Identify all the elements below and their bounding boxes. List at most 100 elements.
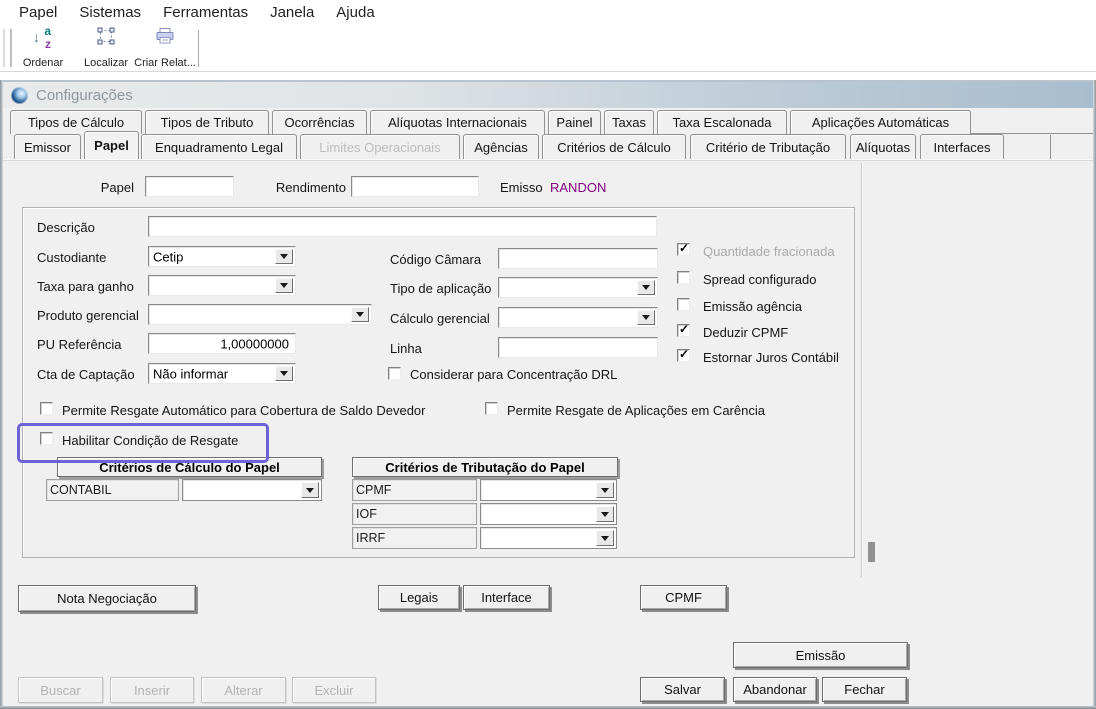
menu-sistemas[interactable]: Sistemas [68, 2, 152, 24]
chevron-down-icon[interactable] [275, 249, 293, 264]
spread-configurado-checkbox[interactable] [677, 271, 690, 284]
cta-captacao-label: Cta de Captação [37, 367, 135, 382]
emissao-agencia-checkbox[interactable] [677, 298, 690, 311]
tab-aplicacoes-automaticas[interactable]: Aplicações Automáticas [790, 110, 971, 134]
tab-label: Taxa Escalonada [672, 115, 772, 130]
tab-enquadramento-legal[interactable]: Enquadramento Legal [141, 134, 297, 159]
custodiante-combo[interactable]: Cetip [148, 246, 296, 267]
grid-tributacao-row-iof[interactable]: IOF [352, 503, 477, 525]
codigo-camara-input[interactable] [498, 248, 658, 269]
criar-relatorio-button[interactable]: Criar Relat... [134, 27, 196, 69]
calculo-gerencial-combo[interactable] [498, 307, 658, 328]
tab-taxas[interactable]: Taxas [604, 110, 654, 134]
chevron-down-icon[interactable] [351, 307, 369, 322]
grid-cell-label: CONTABIL [50, 483, 112, 497]
tab-label: Critério de Tributação [705, 139, 831, 155]
tab-interfaces[interactable]: Interfaces [920, 134, 1004, 159]
abandonar-button[interactable]: Abandonar [733, 677, 817, 702]
deduzir-cpmf-checkbox[interactable] [677, 322, 690, 337]
menu-janela[interactable]: Janela [259, 2, 325, 24]
chevron-down-icon[interactable] [596, 506, 614, 522]
produto-gerencial-combo[interactable] [148, 304, 372, 325]
cpmf-button[interactable]: CPMF [640, 585, 727, 610]
habilitar-condicao-highlight [17, 423, 269, 463]
estornar-juros-contabil-label: Estornar Juros Contábil [703, 350, 839, 365]
permite-resgate-automatico-checkbox[interactable] [40, 402, 53, 415]
ordenar-button[interactable]: ↓ a z Ordenar [14, 24, 72, 69]
window-titlebar[interactable]: Configurações [3, 82, 1093, 108]
grid-tributacao-row-irrf[interactable]: IRRF [352, 527, 477, 549]
excluir-button: Excluir [292, 677, 376, 703]
tab-emissor[interactable]: Emissor [14, 134, 81, 159]
grid-calculo-contabil-combo[interactable] [182, 479, 322, 501]
tab-aliquotas-internacionais[interactable]: Alíquotas Internacionais [370, 110, 545, 134]
tab-taxa-escalonada[interactable]: Taxa Escalonada [657, 110, 787, 134]
chevron-down-icon[interactable] [637, 280, 655, 295]
tab-agencias[interactable]: Agências [463, 134, 539, 159]
toolbar-gripper[interactable] [3, 29, 12, 67]
menu-ferramentas[interactable]: Ferramentas [152, 2, 259, 24]
estornar-juros-contabil-checkbox[interactable] [677, 347, 690, 362]
grid-calculo-row-contabil[interactable]: CONTABIL [46, 479, 179, 501]
legais-button[interactable]: Legais [378, 585, 460, 610]
considerar-drl-label: Considerar para Concentração DRL [410, 367, 618, 382]
permite-resgate-automatico-label: Permite Resgate Automático para Cobertur… [62, 403, 426, 418]
chevron-down-icon[interactable] [275, 366, 293, 381]
resize-marker[interactable] [868, 542, 875, 562]
tab-painel[interactable]: Painel [548, 110, 601, 134]
taxa-para-ganho-label: Taxa para ganho [37, 279, 134, 294]
tab-criterios-de-calculo[interactable]: Critérios de Cálculo [542, 134, 686, 159]
nota-negociacao-button[interactable]: Nota Negociação [18, 585, 196, 612]
tab-label: Papel [94, 138, 129, 153]
tab-label: Aplicações Automáticas [811, 115, 950, 130]
tab-limites-operacionais: Limites Operacionais [300, 134, 460, 159]
deduzir-cpmf-label: Deduzir CPMF [703, 325, 789, 340]
chevron-down-icon[interactable] [596, 530, 614, 546]
quantidade-fracionada-checkbox [677, 241, 690, 256]
tab-label: Tipos de Tributo [160, 115, 254, 130]
pu-referencia-input[interactable]: 1,00000000 [148, 333, 296, 354]
tab-aliquotas[interactable]: Alíquotas [850, 134, 916, 159]
descricao-label: Descrição [37, 220, 95, 235]
chevron-down-icon[interactable] [596, 482, 614, 498]
salvar-button[interactable]: Salvar [640, 677, 725, 702]
permite-resgate-carencia-checkbox[interactable] [485, 402, 498, 415]
localizar-button[interactable]: Localizar [76, 27, 136, 69]
tab-tipos-de-tributo[interactable]: Tipos de Tributo [145, 110, 269, 134]
grid-tributacao-header[interactable]: Critérios de Tributação do Papel [352, 457, 618, 477]
emissao-agencia-label: Emissão agência [703, 299, 802, 314]
window-left-border [0, 80, 3, 709]
descricao-input[interactable] [148, 216, 657, 237]
button-label: Emissão [795, 647, 846, 663]
inserir-button: Inserir [110, 677, 194, 703]
rendimento-input[interactable] [351, 176, 479, 197]
calculo-gerencial-label: Cálculo gerencial [390, 311, 490, 326]
interface-button[interactable]: Interface [463, 585, 550, 610]
tab-label: Alíquotas [855, 139, 911, 155]
menu-papel[interactable]: Papel [8, 2, 68, 24]
grid-tributacao-irrf-combo[interactable] [480, 527, 617, 549]
button-label: CPMF [665, 590, 702, 605]
chevron-down-icon[interactable] [637, 310, 655, 325]
tipo-aplicacao-combo[interactable] [498, 277, 658, 298]
grid-tributacao-cpmf-combo[interactable] [480, 479, 617, 501]
grid-tributacao-header-label: Critérios de Tributação do Papel [385, 459, 585, 475]
linha-input[interactable] [498, 337, 658, 358]
tab-ocorrencias[interactable]: Ocorrências [272, 110, 367, 134]
tab-criterio-de-tributacao[interactable]: Critério de Tributação [690, 134, 846, 159]
cta-captacao-combo[interactable]: Não informar [148, 363, 296, 384]
considerar-drl-checkbox[interactable] [388, 367, 401, 380]
tab-label: Enquadramento Legal [155, 139, 283, 155]
emissor-value: RANDON [550, 180, 607, 195]
fechar-button[interactable]: Fechar [822, 677, 907, 702]
tab-papel[interactable]: Papel [84, 131, 139, 159]
custodiante-combo-value: Cetip [153, 249, 184, 264]
papel-input[interactable] [145, 176, 234, 197]
chevron-down-icon[interactable] [301, 482, 319, 498]
taxa-para-ganho-combo[interactable] [148, 275, 296, 296]
grid-tributacao-row-cpmf[interactable]: CPMF [352, 479, 477, 501]
emissao-button[interactable]: Emissão [733, 642, 908, 668]
grid-tributacao-iof-combo[interactable] [480, 503, 617, 525]
chevron-down-icon[interactable] [275, 278, 293, 293]
menu-ajuda[interactable]: Ajuda [325, 2, 385, 24]
